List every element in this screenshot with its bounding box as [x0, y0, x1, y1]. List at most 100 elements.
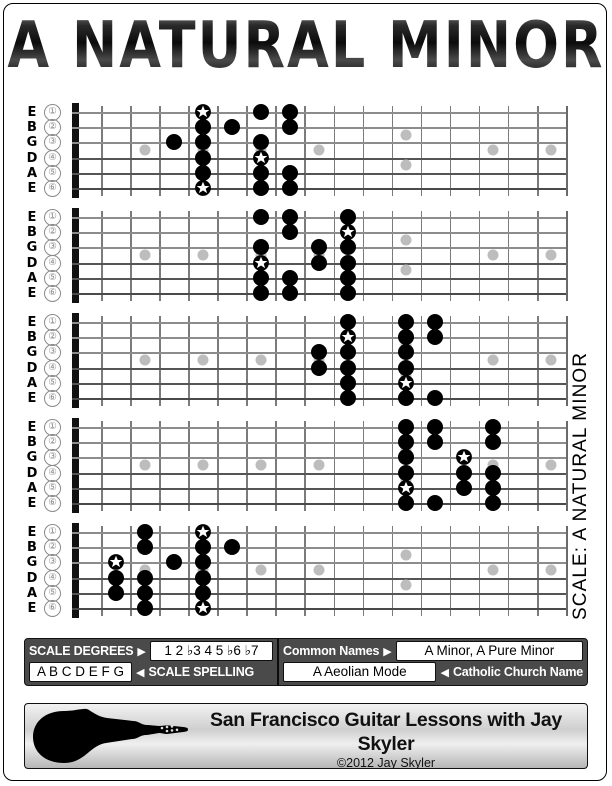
string-line-2 — [72, 337, 566, 339]
fret-line-13 — [449, 106, 452, 196]
inlay-dot-fret-9 — [313, 564, 325, 576]
note-dot-s3-f9 — [311, 239, 327, 256]
fret-line-11 — [391, 106, 394, 196]
fret-line-12 — [420, 316, 423, 406]
fret-line-4 — [188, 421, 190, 511]
string-label-row-4: D④ — [24, 464, 72, 482]
string-label-row-2: B② — [24, 434, 72, 452]
fret-line-17 — [566, 106, 568, 196]
fret-line-7 — [275, 106, 277, 196]
note-dot-s5-f7 — [252, 164, 269, 181]
fret-line-14 — [478, 211, 481, 301]
inlay-dot-fret-5 — [197, 354, 209, 366]
note-dot-s2-f12 — [398, 329, 415, 346]
fret-line-8 — [304, 421, 307, 511]
string-line-1 — [72, 112, 566, 114]
fretboard-position-2: E①B②G③D④A⑤E⑥ — [24, 208, 568, 303]
neck — [72, 313, 568, 408]
inlay-dot-fret-3 — [139, 459, 151, 471]
note-dot-s4-f2 — [107, 569, 124, 586]
inlay-dot-fret-15 — [487, 564, 499, 576]
string-label-row-6: E⑥ — [24, 390, 72, 407]
root-note-star-s6-f5 — [194, 180, 211, 197]
guitar-silhouette-icon — [31, 708, 189, 768]
string-label-row-1: E① — [24, 314, 72, 331]
inlay-dot-fret-5 — [197, 459, 209, 471]
string-name-3: G — [26, 240, 38, 256]
fret-line-4 — [188, 211, 190, 301]
note-dot-s3-f9 — [311, 344, 327, 361]
fret-line-8 — [304, 211, 307, 301]
fret-line-2 — [130, 316, 132, 406]
fretboard-position-3: E①B②G③D④A⑤E⑥ — [24, 313, 568, 408]
string-labels: E①B②G③D④A⑤E⑥ — [24, 209, 72, 302]
root-note-star-s3-f14 — [456, 449, 473, 466]
nut — [72, 313, 79, 408]
fret-line-13 — [449, 316, 452, 406]
note-dot-s6-f7 — [252, 180, 269, 196]
legend-left-panel: SCALE DEGREES ▶ 1 2 ♭3 4 5 ♭6 ♭7 A B C D… — [25, 639, 279, 685]
string-line-1 — [72, 217, 566, 219]
note-dot-s2-f8 — [281, 224, 298, 241]
string-name-4: D — [26, 465, 38, 481]
fret-line-3 — [159, 526, 161, 616]
root-note-star-s5-f12 — [398, 374, 415, 391]
string-label-row-6: E⑥ — [24, 285, 72, 302]
fret-line-9 — [333, 526, 336, 616]
string-line-6 — [72, 398, 566, 401]
note-dot-s1-f7 — [252, 104, 269, 120]
fret-line-16 — [536, 526, 539, 616]
nut — [72, 103, 79, 198]
note-dot-s4-f5 — [194, 569, 211, 586]
fret-line-4 — [188, 316, 190, 406]
string-name-6: E — [27, 496, 37, 511]
fret-line-4 — [188, 526, 190, 616]
string-line-4 — [72, 157, 566, 160]
note-dot-s5-f14 — [456, 479, 473, 496]
string-name-5: A — [26, 375, 38, 391]
string-number-6: ⑥ — [44, 390, 61, 407]
string-number-3: ③ — [44, 449, 61, 467]
string-number-6: ⑥ — [44, 495, 61, 512]
root-note-star-s1-f5 — [194, 524, 211, 541]
string-label-row-5: A⑤ — [24, 269, 72, 287]
string-labels: E①B②G③D④A⑤E⑥ — [24, 524, 72, 617]
string-line-1 — [72, 322, 566, 324]
string-label-row-5: A⑤ — [24, 584, 72, 602]
note-dot-s3-f5 — [194, 134, 211, 151]
fret-line-3 — [159, 316, 161, 406]
note-dot-s5-f10 — [340, 269, 357, 286]
neck — [72, 208, 568, 303]
fret-line-5 — [217, 526, 219, 616]
string-name-3: G — [26, 345, 38, 361]
note-dot-s5-f10 — [340, 374, 357, 391]
inlay-dot-fret-3 — [139, 354, 151, 366]
string-label-row-2: B② — [24, 539, 72, 557]
string-name-1: E — [27, 210, 37, 225]
note-dot-s5-f2 — [107, 584, 124, 601]
note-dot-s1-f12 — [398, 314, 415, 330]
string-name-2: B — [27, 330, 37, 346]
fret-line-7 — [275, 316, 277, 406]
string-label-row-6: E⑥ — [24, 495, 72, 512]
vertical-scale-label-text: SCALE: A NATURAL MINOR — [570, 351, 591, 620]
root-note-star-s4-f7 — [252, 149, 269, 166]
inlay-dot-fret-17 — [545, 564, 557, 576]
fret-line-6 — [246, 106, 248, 196]
fret-line-10 — [362, 106, 365, 196]
nut — [72, 523, 79, 618]
string-label-row-6: E⑥ — [24, 600, 72, 617]
note-dot-s4-f9 — [311, 254, 327, 271]
note-dot-s2-f5 — [194, 539, 211, 556]
string-number-6: ⑥ — [44, 285, 61, 302]
string-name-1: E — [27, 315, 37, 330]
fret-line-2 — [130, 106, 132, 196]
common-names-label: Common Names — [283, 644, 380, 658]
string-name-2: B — [27, 225, 37, 241]
string-name-3: G — [26, 135, 38, 151]
inlay-dot-fret-15 — [487, 249, 499, 261]
note-dot-s3-f4 — [165, 134, 182, 151]
fret-line-11 — [391, 211, 394, 301]
note-dot-s6-f15 — [485, 495, 502, 511]
note-dot-s3-f10 — [340, 344, 357, 361]
